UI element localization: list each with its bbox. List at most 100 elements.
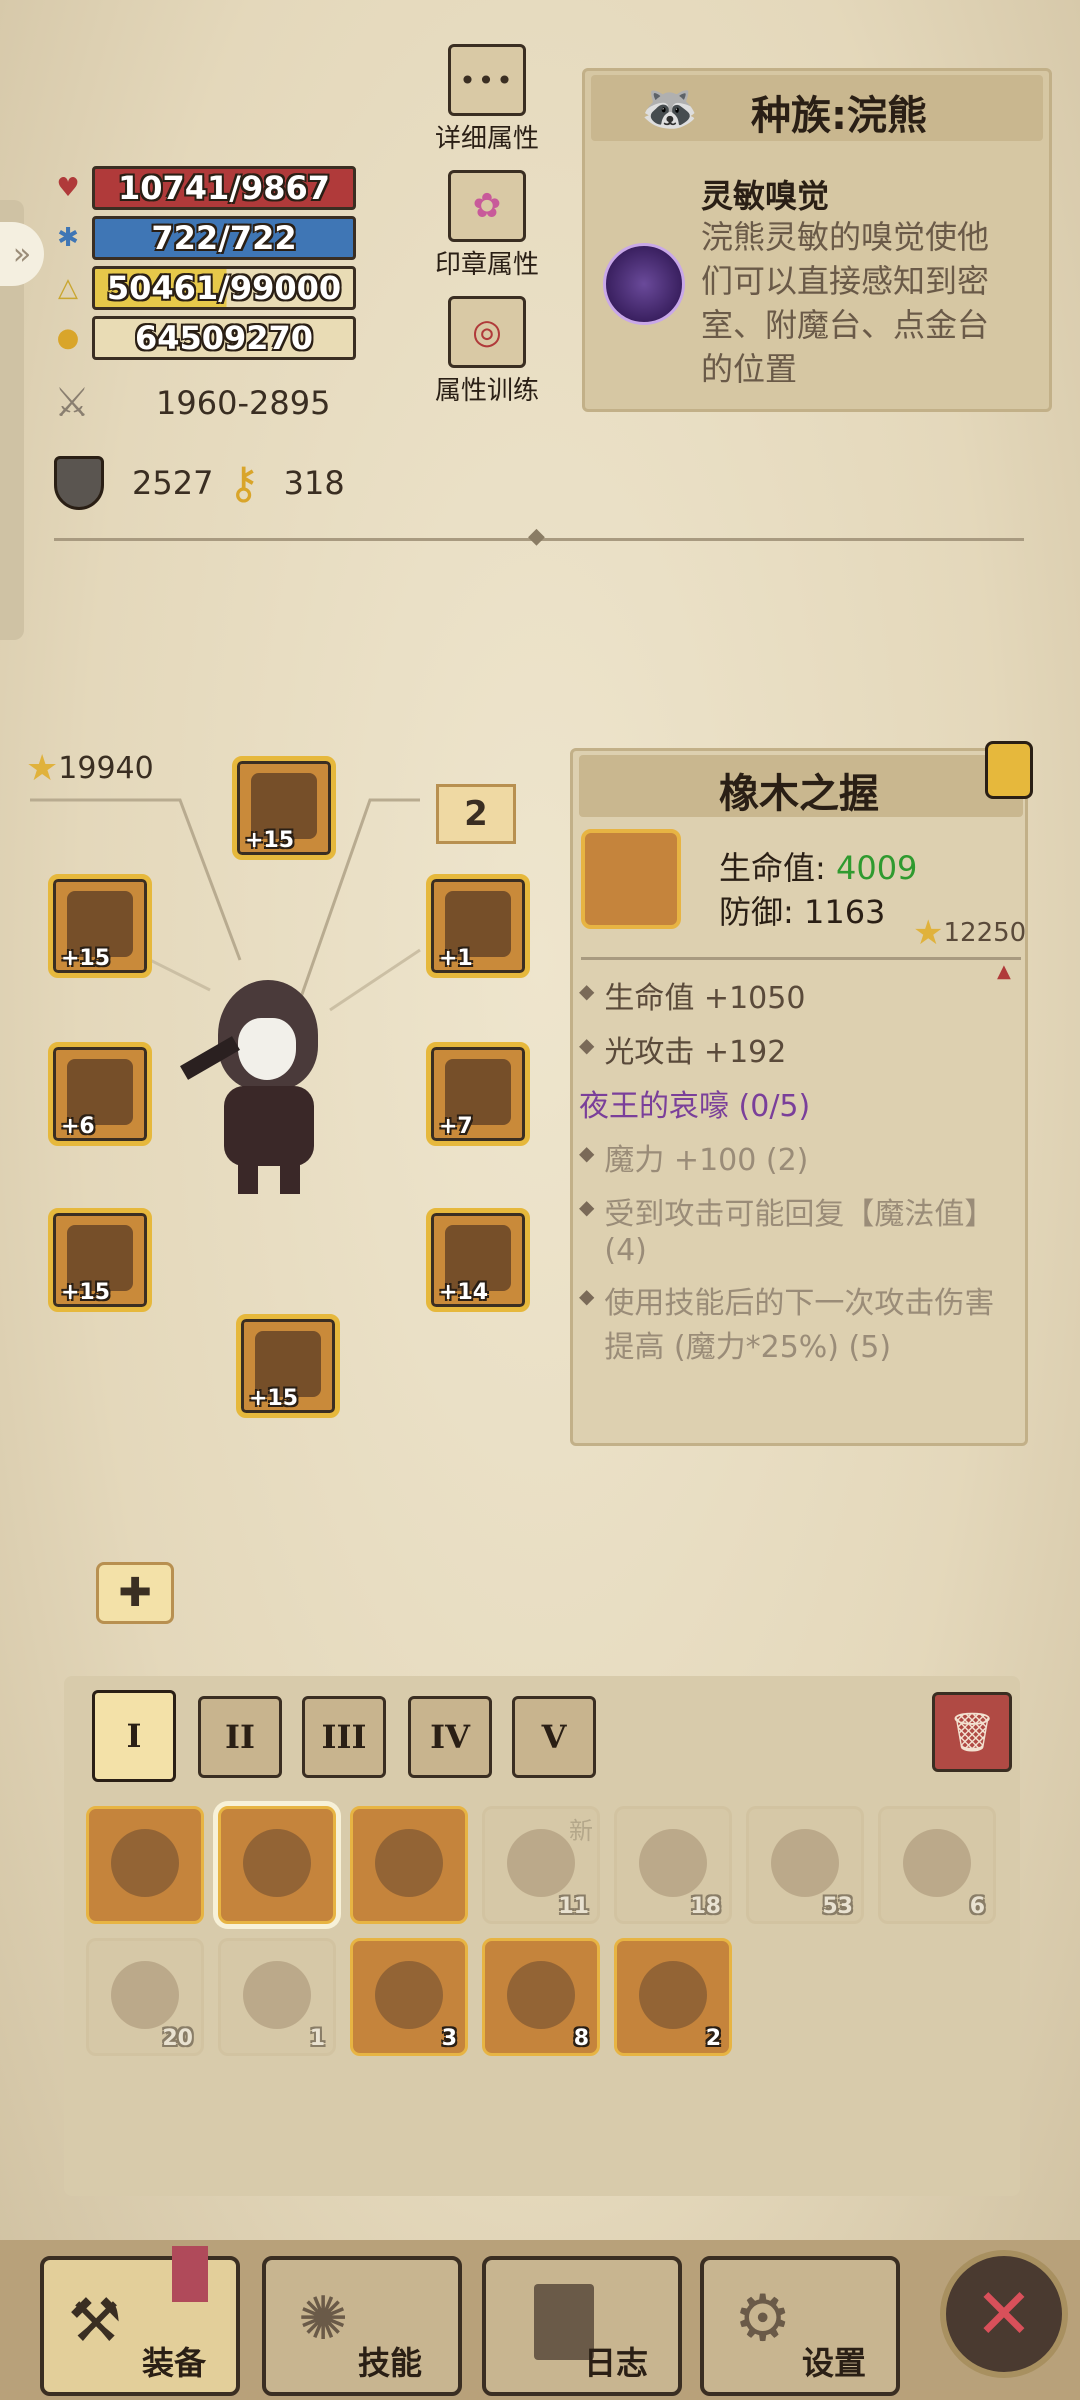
item-count: 1 bbox=[309, 2026, 325, 2051]
flower-seal-icon: ✿ bbox=[448, 170, 526, 242]
skill-ring-icon: ✺ bbox=[298, 2284, 349, 2354]
item-hp-row: 生命值: 4009 bbox=[719, 843, 917, 889]
inventory-slot[interactable]: 20 bbox=[86, 1938, 204, 2056]
inventory-slot[interactable]: 1 bbox=[218, 1938, 336, 2056]
tab-2[interactable]: II bbox=[198, 1696, 282, 1778]
item-count: 8 bbox=[573, 2026, 589, 2051]
item-set-name: 夜王的哀嚎 (0/5) bbox=[579, 1089, 811, 1124]
necklace-slot[interactable]: +1 bbox=[426, 874, 530, 978]
nav-skills-label: 技能 bbox=[358, 2344, 423, 2382]
defense-row: 2527 ⚷ 318 bbox=[54, 456, 345, 510]
item-count: 11 bbox=[558, 1894, 589, 1919]
gear-icon: ⚙ bbox=[734, 2282, 792, 2356]
item-name: 橡木之握 bbox=[719, 771, 879, 817]
nav-settings-button[interactable]: ⚙ 设置 bbox=[700, 2256, 900, 2396]
skill-icon[interactable] bbox=[603, 243, 685, 325]
plus-icon: ✚ bbox=[118, 1570, 152, 1616]
pants-level: +14 bbox=[439, 1280, 489, 1305]
keys-value: 318 bbox=[283, 464, 345, 502]
nav-log-label: 日志 bbox=[584, 2344, 649, 2382]
item-star-icon: ★ bbox=[913, 913, 944, 953]
tab-3[interactable]: III bbox=[302, 1696, 386, 1778]
boots-slot[interactable]: +15 bbox=[236, 1314, 340, 1418]
tab-5[interactable]: V bbox=[512, 1696, 596, 1778]
weapon-slot[interactable]: +6 bbox=[48, 1042, 152, 1146]
green-flask-icon bbox=[111, 1961, 179, 2029]
item-count: 6 bbox=[969, 1894, 985, 1919]
item-def-row: 防御: 1163 bbox=[719, 887, 885, 933]
raccoon-icon: 🦝 bbox=[641, 81, 699, 135]
race-title: 种族:浣熊 bbox=[751, 93, 927, 139]
character-avatar[interactable] bbox=[180, 980, 360, 1200]
item-attr-list: ◆ 生命值 +1050 ◆ 光攻击 +192 夜王的哀嚎 (0/5) ◆ 魔力 +10… bbox=[579, 973, 1009, 1376]
add-button[interactable]: ✚ bbox=[96, 1562, 174, 1624]
trash-button[interactable]: 🗑 bbox=[932, 1692, 1012, 1772]
skill-description: 浣熊灵敏的嗅觉使他们可以直接感知到密室、附魔台、点金台的位置 bbox=[701, 218, 990, 388]
red-flask-icon bbox=[243, 1961, 311, 2029]
nav-equip-button[interactable]: ⚒ 装备 bbox=[40, 2246, 240, 2396]
inventory-slot[interactable]: 2 bbox=[614, 1938, 732, 2056]
ring-level: +15 bbox=[61, 1280, 111, 1305]
item-def-value: 1163 bbox=[803, 893, 886, 931]
ring-slot[interactable]: +15 bbox=[48, 1208, 152, 1312]
inventory-slot[interactable]: 18 bbox=[614, 1806, 732, 1924]
bookmark-ribbon-icon bbox=[172, 2246, 208, 2302]
inventory-slot[interactable] bbox=[86, 1806, 204, 1924]
bracelet-slot[interactable]: +15 bbox=[48, 874, 152, 978]
attack-value: 1960-2895 bbox=[156, 384, 331, 422]
hp-bar: 10741/9867 bbox=[92, 166, 356, 210]
detail-attributes-button[interactable]: ••• 详细属性 bbox=[422, 44, 552, 155]
oak-gauntlet-locked-icon bbox=[111, 1829, 179, 1897]
trash-icon: 🗑 bbox=[947, 1709, 997, 1754]
mp-row: ✱ 722/722 bbox=[50, 216, 356, 260]
lock-icon[interactable] bbox=[985, 741, 1033, 799]
item-hp-label: 生命值: bbox=[719, 849, 826, 887]
race-panel: 🦝 种族:浣熊 灵敏嗅觉 浣熊灵敏的嗅觉使他们可以直接感知到密室、附魔台、点金台… bbox=[582, 68, 1052, 412]
tab-4[interactable]: IV bbox=[408, 1696, 492, 1778]
nav-settings-label: 设置 bbox=[802, 2344, 867, 2382]
helmet-slot[interactable]: +15 bbox=[232, 756, 336, 860]
set-bonus: ◆ 使用技能后的下一次攻击伤害提高 (魔力*25%) (5) bbox=[579, 1284, 995, 1365]
crossed-swords-icon: ⚔ bbox=[54, 380, 90, 426]
close-button[interactable]: ✕ bbox=[940, 2250, 1068, 2378]
attribute-training-button[interactable]: ◎ 属性训练 bbox=[422, 296, 552, 407]
oak-gauntlet-icon bbox=[243, 1829, 311, 1897]
gold-value: 64509270 bbox=[92, 316, 356, 360]
seal-attributes-button[interactable]: ✿ 印章属性 bbox=[422, 170, 552, 281]
skill-name: 灵敏嗅觉 bbox=[701, 177, 830, 215]
item-icon bbox=[581, 829, 681, 929]
pants-slot[interactable]: +14 bbox=[426, 1208, 530, 1312]
exp-bar: 50461/99000 bbox=[92, 266, 356, 310]
inventory-slot[interactable]: 3 bbox=[350, 1938, 468, 2056]
inventory-slot-selected[interactable] bbox=[218, 1806, 336, 1924]
attack-row: ⚔ 1960-2895 bbox=[54, 380, 330, 426]
armor-slot[interactable]: +7 bbox=[426, 1042, 530, 1146]
pink-potion-icon bbox=[639, 1961, 707, 2029]
set-bonus: ◆ 受到攻击可能回复【魔法值】(4) bbox=[579, 1195, 995, 1268]
inventory-slot[interactable]: 新 11 bbox=[482, 1806, 600, 1924]
nav-equip-label: 装备 bbox=[142, 2344, 207, 2382]
item-hp-value: 4009 bbox=[835, 849, 918, 887]
item-count: 53 bbox=[822, 1894, 853, 1919]
armor-level: +7 bbox=[439, 1114, 473, 1139]
seal-attributes-label: 印章属性 bbox=[434, 250, 539, 280]
heart-icon: ♥ bbox=[56, 173, 80, 203]
necklace-level: +1 bbox=[439, 946, 473, 971]
inventory-slot[interactable]: 53 bbox=[746, 1806, 864, 1924]
target-icon: ◎ bbox=[448, 296, 526, 368]
item-count: 3 bbox=[441, 2026, 457, 2051]
weapon-level: +6 bbox=[61, 1114, 95, 1139]
exp-row: △ 50461/99000 bbox=[50, 266, 356, 310]
inventory-slot[interactable]: 6 bbox=[878, 1806, 996, 1924]
attribute-training-label: 属性训练 bbox=[434, 376, 539, 406]
pickaxe-icon bbox=[639, 1829, 707, 1897]
nav-skills-button[interactable]: ✺ 技能 bbox=[262, 2256, 462, 2396]
tab-1[interactable]: I bbox=[92, 1690, 176, 1782]
yellow-potion-icon bbox=[507, 1961, 575, 2029]
horned-bracer-icon bbox=[375, 1829, 443, 1897]
exp-triangle-icon: △ bbox=[58, 273, 78, 303]
item-score-value: 12250 bbox=[943, 918, 1027, 948]
inventory-slot[interactable]: 8 bbox=[482, 1938, 600, 2056]
nav-log-button[interactable]: 日志 bbox=[482, 2256, 682, 2396]
inventory-slot[interactable] bbox=[350, 1806, 468, 1924]
